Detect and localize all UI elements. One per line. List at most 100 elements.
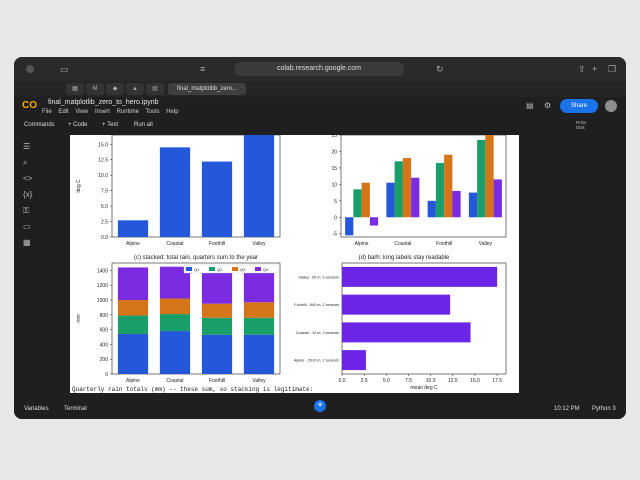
kernel-status[interactable]: Python 3 bbox=[592, 406, 616, 412]
figure-output: 0.0 2.5 5.0 7.5 10.0 12.5 15.0 Alpine Coastal Foo… bbox=[76, 133, 507, 391]
chart-a-xtick-label: Valley bbox=[252, 241, 266, 247]
add-cell-button[interactable]: + bbox=[314, 400, 326, 412]
chart-d-xtick-label: 10.0 bbox=[426, 378, 436, 384]
code-icon[interactable]: <> bbox=[23, 174, 32, 183]
chart-d-xtick-label: 2.5 bbox=[361, 378, 368, 384]
settings-icon[interactable]: ⚙ bbox=[544, 101, 551, 110]
chart-b-bar bbox=[353, 189, 362, 218]
refresh-icon[interactable]: ↻ bbox=[436, 63, 444, 75]
share-button[interactable]: Share bbox=[560, 99, 598, 113]
chart-d-xtick-label: 12.5 bbox=[448, 378, 458, 384]
chart-d-bar bbox=[342, 294, 451, 315]
comment-icon[interactable]: ▤ bbox=[526, 101, 534, 110]
chart-c-ytick-label: 0 bbox=[105, 372, 108, 378]
tab-docs-icon[interactable]: ▤ bbox=[146, 83, 164, 95]
menu-tools[interactable]: Tools bbox=[146, 109, 160, 115]
menu-runtime[interactable]: Runtime bbox=[117, 109, 139, 115]
chart-c-bar-segment bbox=[159, 331, 191, 374]
chart-b-bar bbox=[402, 158, 412, 218]
notebook-title[interactable]: final_matplotlib_zero_to_hero.ipynb bbox=[48, 99, 159, 106]
chart-d-bar bbox=[342, 266, 498, 287]
chart-b-bar bbox=[427, 200, 436, 218]
colab-logo-icon[interactable]: CO bbox=[22, 101, 38, 111]
chart-d-title: (d) barh: long labels stay readable bbox=[359, 255, 450, 261]
chart-c-bar-segment bbox=[201, 317, 233, 335]
chart-c-ytick-label: 600 bbox=[100, 328, 109, 334]
chart-a-ytick-label: 0.0 bbox=[101, 235, 108, 241]
address-bar[interactable]: colab.research.google.com bbox=[234, 62, 404, 76]
menu-view[interactable]: View bbox=[75, 109, 88, 115]
search-icon[interactable]: ⌕ bbox=[23, 158, 32, 167]
chart-d-ytick-label: Foothill - 640 m, 2 sensors bbox=[294, 303, 339, 307]
chart-b-ytick-label: 10 bbox=[331, 182, 337, 188]
chart-b-bar bbox=[485, 135, 494, 218]
window-control[interactable] bbox=[26, 65, 34, 73]
tab-maps-icon[interactable]: ◆ bbox=[106, 83, 124, 95]
chart-b-bar bbox=[411, 177, 420, 218]
page-settings-icon[interactable]: ≡ bbox=[200, 63, 205, 75]
menu-bar: File Edit View Insert Runtime Tools Help bbox=[42, 109, 184, 115]
tab-gmail-icon[interactable]: M bbox=[86, 83, 104, 95]
chart-c-bar-segment bbox=[243, 317, 275, 335]
chart-c-bar-segment bbox=[201, 334, 233, 374]
chart-c-xtick-label: Foothill bbox=[209, 378, 225, 384]
status-time: 10:12 PM bbox=[554, 406, 580, 412]
chart-d-xtick-label: 5.0 bbox=[383, 378, 390, 384]
chart-c-bar-segment bbox=[243, 269, 275, 303]
chart-b-bar bbox=[386, 182, 395, 218]
toc-icon[interactable]: ☰ bbox=[23, 142, 32, 151]
chart-a-ytick-label: 15.0 bbox=[98, 142, 108, 148]
chart-b-bar bbox=[444, 154, 453, 218]
avatar[interactable] bbox=[605, 100, 617, 112]
menu-file[interactable]: File bbox=[42, 109, 52, 115]
chart-a-bar bbox=[201, 161, 233, 237]
variables-button[interactable]: Variables bbox=[24, 406, 49, 412]
menu-insert[interactable]: Insert bbox=[95, 109, 110, 115]
tabs-overview-icon[interactable]: ❐ bbox=[608, 63, 616, 75]
tab-drive-icon[interactable]: ▲ bbox=[126, 83, 144, 95]
chart-c-ylabel: mm bbox=[76, 314, 82, 322]
share-icon[interactable]: ⇧ bbox=[578, 63, 586, 75]
chart-a-bar bbox=[159, 147, 191, 237]
folder-icon[interactable]: ▭ bbox=[23, 222, 32, 231]
chart-d-xtick-label: 7.5 bbox=[405, 378, 412, 384]
add-code-button[interactable]: + Code bbox=[68, 122, 88, 128]
chart-a-ytick-label: 5.0 bbox=[101, 204, 108, 210]
key-icon[interactable]: ⚿ bbox=[23, 206, 32, 215]
run-all-button[interactable]: Run all bbox=[134, 122, 153, 128]
chart-c-ytick-label: 1200 bbox=[97, 283, 108, 289]
add-text-button[interactable]: + Text bbox=[102, 122, 118, 128]
chart-c-bar-segment bbox=[201, 303, 233, 318]
chart-c-bar-segment bbox=[201, 270, 233, 304]
chart-d-ytick-label: Coastal - 12 m, 3 sensors bbox=[296, 331, 339, 335]
chart-d-xlabel: mean deg C bbox=[410, 385, 438, 391]
menu-edit[interactable]: Edit bbox=[58, 109, 68, 115]
chart-b-ytick-label: 25 bbox=[331, 135, 337, 139]
chart-c-ytick-label: 200 bbox=[100, 357, 109, 363]
chart-a-xtick-label: Foothill bbox=[209, 241, 225, 247]
table-icon[interactable]: ▦ bbox=[23, 238, 32, 247]
sidebar-toggle-icon[interactable]: ▭ bbox=[60, 63, 69, 75]
chart-d-bar bbox=[342, 350, 366, 371]
tab-grid-icon[interactable]: ▦ bbox=[66, 83, 84, 95]
chart-a-bar bbox=[117, 220, 149, 237]
chart-b-ytick-label: 20 bbox=[331, 149, 337, 155]
tab-notebook[interactable]: final_matplotlib_zero... bbox=[168, 83, 246, 95]
chart-c-ytick-label: 800 bbox=[100, 313, 109, 319]
resources-indicator[interactable]: RAM Disk bbox=[576, 120, 586, 130]
new-tab-icon[interactable]: + bbox=[592, 63, 597, 75]
chart-a-ytick-label: 12.5 bbox=[98, 158, 108, 164]
chart-c-bar-segment bbox=[159, 298, 191, 315]
chart-b-bar bbox=[394, 161, 403, 218]
chart-c-bar-segment bbox=[117, 315, 149, 335]
menu-help[interactable]: Help bbox=[166, 109, 178, 115]
chart-c-legend-swatch bbox=[232, 267, 238, 271]
chart-b-xtick-label: Valley bbox=[479, 241, 493, 247]
variables-icon[interactable]: {x} bbox=[23, 190, 32, 199]
chart-c-title: (c) stacked: total rain, quarters sum to… bbox=[134, 255, 258, 261]
chart-c-xtick-label: Alpine bbox=[126, 378, 140, 384]
chart-a-ytick-label: 7.5 bbox=[101, 189, 108, 195]
commands-button[interactable]: Commands bbox=[24, 122, 55, 128]
chart-b-bar bbox=[477, 139, 486, 218]
terminal-button[interactable]: Terminal bbox=[64, 406, 87, 412]
